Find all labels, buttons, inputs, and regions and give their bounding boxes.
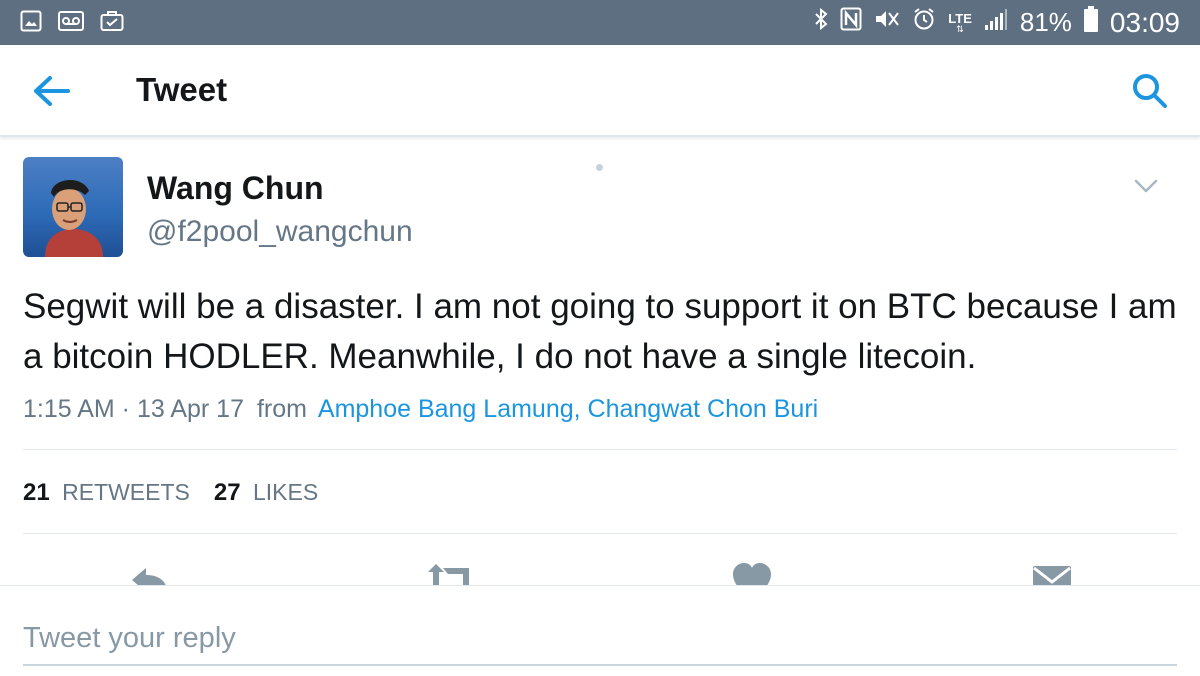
tweet-options-button[interactable] bbox=[1132, 172, 1160, 200]
battery-icon bbox=[1083, 6, 1098, 39]
clock: 03:09 bbox=[1109, 6, 1180, 38]
reply-input[interactable] bbox=[23, 612, 1177, 666]
retweets-count: 21 bbox=[23, 479, 50, 506]
back-button[interactable] bbox=[30, 71, 74, 111]
tweet-stats: 21 RETWEETS 27 LIKES bbox=[23, 479, 318, 507]
likes-count: 27 bbox=[213, 479, 241, 506]
bluetooth-icon bbox=[814, 7, 828, 38]
briefcase-icon bbox=[100, 10, 124, 37]
search-icon bbox=[1133, 74, 1167, 108]
like-button[interactable] bbox=[730, 560, 774, 586]
message-icon bbox=[1033, 566, 1071, 586]
tweet-timestamp: 1:15 AM · 13 Apr 17 bbox=[23, 395, 244, 423]
reply-bar bbox=[0, 585, 1200, 676]
alarm-icon bbox=[912, 7, 936, 38]
retweet-button[interactable] bbox=[426, 560, 470, 586]
author-name[interactable]: Wang Chun bbox=[147, 170, 324, 207]
tweet-meta: 1:15 AM · 13 Apr 17 from Amphoe Bang Lam… bbox=[23, 395, 818, 424]
gallery-icon bbox=[20, 10, 42, 37]
like-icon bbox=[733, 563, 771, 586]
reply-button[interactable] bbox=[128, 560, 172, 586]
decorative-dot bbox=[596, 164, 603, 171]
divider bbox=[23, 533, 1177, 534]
from-label: from bbox=[256, 395, 307, 423]
status-bar: LTE ⇅ 81% 03:09 bbox=[0, 0, 1200, 45]
retweets-stat[interactable]: 21 RETWEETS bbox=[23, 479, 190, 507]
tweet-text: Segwit will be a disaster. I am not goin… bbox=[23, 287, 1177, 376]
search-button[interactable] bbox=[1130, 71, 1170, 111]
message-button[interactable] bbox=[1030, 560, 1074, 586]
arrow-left-icon bbox=[34, 76, 70, 106]
author-handle[interactable]: @f2pool_wangchun bbox=[147, 215, 413, 249]
likes-stat[interactable]: 27 LIKES bbox=[214, 479, 318, 507]
likes-label: LIKES bbox=[252, 479, 319, 505]
network-label: LTE bbox=[948, 10, 972, 26]
voicemail-icon bbox=[58, 10, 84, 37]
app-bar: Tweet bbox=[0, 45, 1200, 137]
status-left-icons bbox=[20, 10, 124, 37]
retweet-icon bbox=[428, 564, 469, 586]
reply-icon bbox=[132, 568, 167, 586]
status-right-icons: LTE ⇅ 81% 03:09 bbox=[814, 6, 1180, 39]
divider bbox=[23, 449, 1177, 450]
signal-icon bbox=[984, 7, 1008, 38]
battery-percentage: 81% bbox=[1019, 7, 1072, 37]
mute-icon bbox=[874, 7, 900, 38]
tweet-location-link[interactable]: Amphoe Bang Lamung, Changwat Chon Buri bbox=[318, 395, 818, 423]
network-indicator: LTE ⇅ bbox=[948, 10, 972, 34]
chevron-down-icon bbox=[1134, 179, 1158, 193]
page-title: Tweet bbox=[136, 71, 228, 108]
retweets-label: RETWEETS bbox=[62, 479, 190, 505]
nfc-icon bbox=[840, 7, 862, 38]
avatar[interactable] bbox=[23, 157, 123, 257]
